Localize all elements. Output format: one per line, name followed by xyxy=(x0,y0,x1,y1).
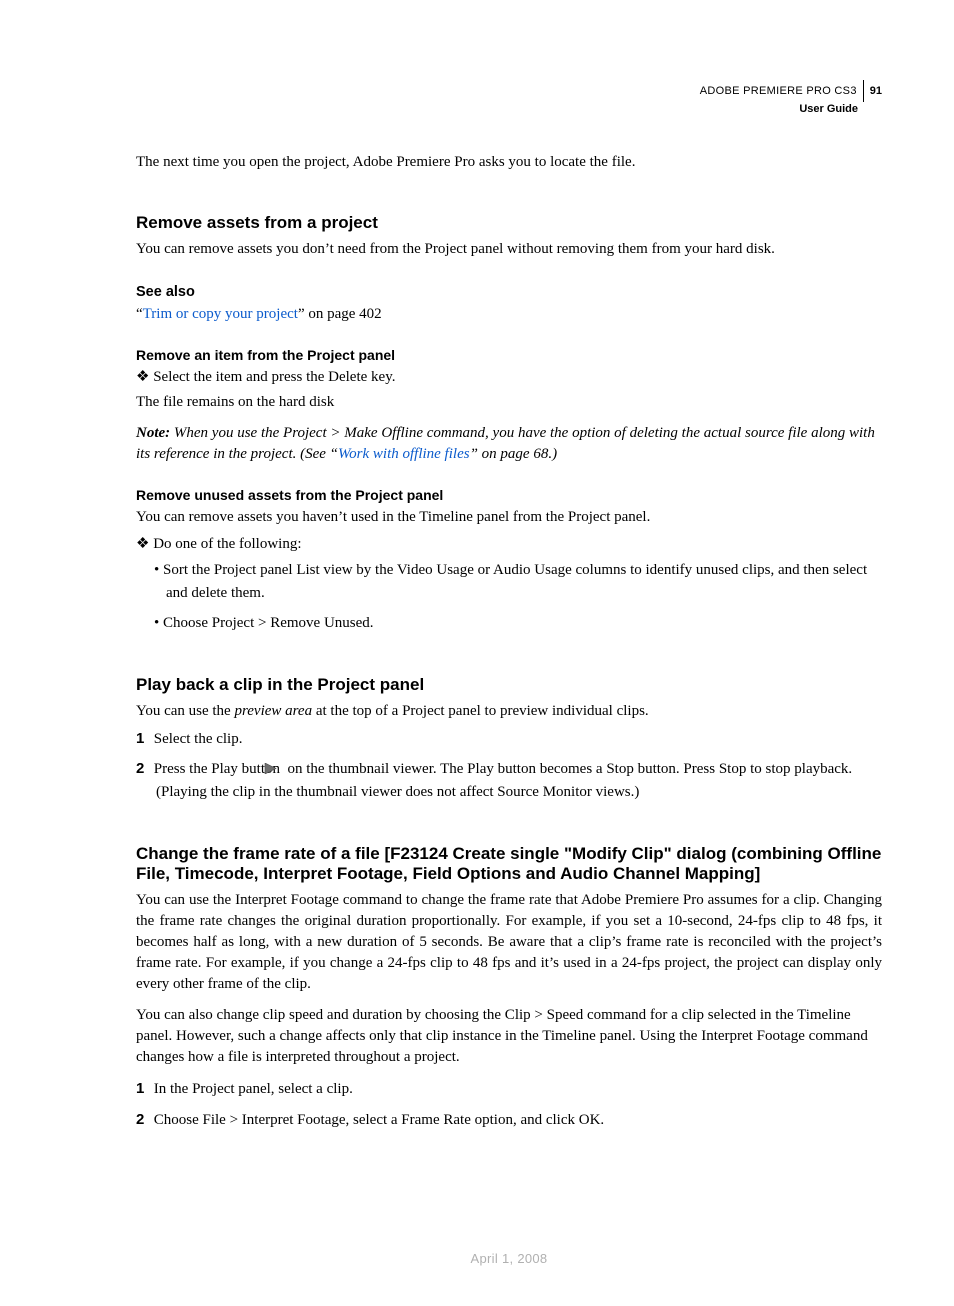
see-also-line: “Trim or copy your project” on page 402 xyxy=(136,304,882,325)
framerate-step-2: 2 Choose File > Interpret Footage, selec… xyxy=(136,1109,882,1132)
link-work-offline-files[interactable]: Work with offline files xyxy=(338,446,470,462)
see-also-tail: ” on page 402 xyxy=(298,306,382,322)
header-product-name: ADOBE PREMIERE PRO CS3 xyxy=(700,84,857,98)
list-item: Choose Project > Remove Unused. xyxy=(154,612,882,635)
step-number: 1 xyxy=(136,1078,150,1100)
framerate-p2: You can also change clip speed and durat… xyxy=(136,1005,882,1068)
playback-preview-area: preview area xyxy=(234,703,312,719)
list-item: Sort the Project panel List view by the … xyxy=(154,559,882,604)
step-number: 2 xyxy=(136,758,150,780)
step-text: Select the clip. xyxy=(154,731,243,747)
remove-unused-options: Sort the Project panel List view by the … xyxy=(136,559,882,635)
note-label: Note: xyxy=(136,425,170,441)
header-separator xyxy=(863,80,864,102)
step-number: 2 xyxy=(136,1109,150,1131)
remove-assets-body: You can remove assets you don’t need fro… xyxy=(136,239,882,260)
remove-item-after: The file remains on the hard disk xyxy=(136,392,882,413)
step-remove-item: Select the item and press the Delete key… xyxy=(136,367,882,388)
page-header: ADOBE PREMIERE PRO CS3 91 User Guide xyxy=(700,80,882,116)
intro-paragraph: The next time you open the project, Adob… xyxy=(136,152,882,173)
playback-body: You can use the preview area at the top … xyxy=(136,701,882,722)
heading-change-framerate: Change the frame rate of a file [F23124 … xyxy=(136,844,882,884)
heading-remove-item: Remove an item from the Project panel xyxy=(136,347,882,363)
playback-body-post: at the top of a Project panel to preview… xyxy=(312,703,649,719)
playback-body-pre: You can use the xyxy=(136,703,234,719)
step-number: 1 xyxy=(136,728,150,750)
page-number: 91 xyxy=(870,84,882,98)
remove-unused-body: You can remove assets you haven’t used i… xyxy=(136,507,882,528)
do-one-of-following: Do one of the following: xyxy=(136,534,882,555)
see-also-heading: See also xyxy=(136,284,882,300)
note-remove-item: Note: When you use the Project > Make Of… xyxy=(136,423,882,465)
header-subtitle: User Guide xyxy=(700,102,858,116)
playback-step-2: 2 Press the Play button on the thumbnail… xyxy=(136,758,882,804)
heading-playback: Play back a clip in the Project panel xyxy=(136,675,882,695)
footer-date: April 1, 2008 xyxy=(136,1251,882,1266)
step-text: Choose File > Interpret Footage, select … xyxy=(154,1112,604,1128)
heading-remove-unused: Remove unused assets from the Project pa… xyxy=(136,487,882,503)
link-trim-or-copy[interactable]: Trim or copy your project xyxy=(143,306,298,322)
step-text: In the Project panel, select a clip. xyxy=(154,1081,353,1097)
quote-open: “ xyxy=(136,306,143,322)
playback-step-1: 1 Select the clip. xyxy=(136,728,882,751)
framerate-step-1: 1 In the Project panel, select a clip. xyxy=(136,1078,882,1101)
heading-remove-assets: Remove assets from a project xyxy=(136,213,882,233)
note-body-2: ” on page 68.) xyxy=(470,446,558,462)
framerate-p1: You can use the Interpret Footage comman… xyxy=(136,890,882,995)
